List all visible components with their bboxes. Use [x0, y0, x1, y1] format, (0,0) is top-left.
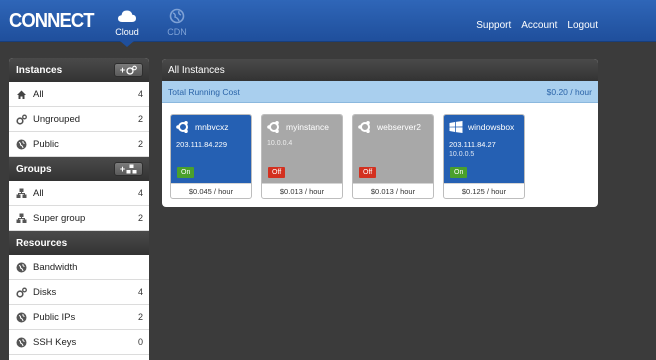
instance-name: mnbvcxz — [195, 122, 229, 132]
globe-icon — [16, 337, 27, 348]
plus-icon: + — [119, 65, 126, 75]
resources-section-title: Resources — [16, 237, 68, 249]
sidebar-item-label: Public IPs — [33, 311, 76, 323]
sidebar-item-label: Bandwidth — [33, 261, 78, 273]
groups-section-header: Groups + — [9, 157, 149, 181]
instance-private-ip: 10.0.0.5 — [449, 151, 475, 158]
sidebar-item-ungrouped[interactable]: Ungrouped 2 — [9, 107, 149, 132]
account-link[interactable]: Account — [521, 20, 557, 31]
instance-card-body: mnbvcxz 203.111.84.229 On — [171, 115, 251, 183]
sidebar-item-count: 4 — [137, 89, 143, 99]
logout-link[interactable]: Logout — [567, 20, 598, 31]
home-icon — [16, 89, 27, 100]
sidebar-item-count: 2 — [137, 114, 143, 124]
panel-header: All Instances — [162, 59, 598, 81]
tab-cloud[interactable]: Cloud — [100, 0, 154, 42]
windows-icon — [449, 121, 463, 133]
sidebar-item-ssh-keys[interactable]: SSH Keys 0 — [9, 330, 149, 355]
gears-icon — [16, 114, 27, 125]
group-icon — [16, 188, 27, 199]
running-cost-label: Total Running Cost — [168, 86, 240, 97]
ubuntu-icon — [358, 121, 372, 133]
sidebar-item-super-group[interactable]: Super group 2 — [9, 206, 149, 231]
resources-section-header: Resources — [9, 231, 149, 255]
instance-card[interactable]: windowsbox 203.111.84.27 10.0.0.5 On $0.… — [443, 114, 525, 199]
sidebar-item-count: 4 — [137, 287, 143, 297]
instance-card-body: webserver2 Off — [353, 115, 433, 183]
running-cost-value: $0.20 / hour — [546, 86, 592, 97]
sidebar-item-instances-all[interactable]: All 4 — [9, 82, 149, 107]
status-badge: On — [450, 167, 468, 178]
panel-title: All Instances — [168, 64, 225, 76]
sidebar-item-count: 0 — [137, 337, 143, 347]
tab-cdn-label: CDN — [167, 27, 187, 37]
sidebar-item-label: SSH Keys — [33, 336, 77, 348]
plus-icon: + — [119, 164, 126, 174]
instance-card[interactable]: webserver2 Off $0.013 / hour — [352, 114, 434, 199]
instance-price: $0.125 / hour — [444, 183, 524, 198]
sidebar-item-label: Ungrouped — [33, 113, 81, 125]
status-badge: Off — [359, 167, 377, 178]
globe-icon — [16, 312, 27, 323]
sidebar-item-public[interactable]: Public 2 — [9, 132, 149, 157]
cloud-icon — [118, 10, 136, 22]
instance-price: $0.013 / hour — [353, 183, 433, 198]
instance-price: $0.045 / hour — [171, 183, 251, 198]
sidebar-item-label: All — [33, 88, 44, 100]
sidebar-item-count: 2 — [137, 213, 143, 223]
sidebar-item-disks[interactable]: Disks 4 — [9, 280, 149, 305]
instance-card-body: windowsbox 203.111.84.27 10.0.0.5 On — [444, 115, 524, 183]
sidebar-item-count: 4 — [137, 188, 143, 198]
status-badge: On — [177, 167, 195, 178]
top-bar: CONNECT Cloud CDN Support Account Logout — [0, 0, 656, 42]
support-link[interactable]: Support — [476, 20, 511, 31]
globe-icon — [16, 139, 27, 150]
sidebar-item-count: 2 — [137, 139, 143, 149]
top-links: Support Account Logout — [476, 20, 598, 31]
sidebar-item-label: Disks — [33, 286, 57, 298]
instance-name: myinstance — [286, 122, 329, 132]
instance-card-body: myinstance 10.0.0.4 Off — [262, 115, 342, 183]
status-badge: Off — [268, 167, 286, 178]
add-group-button[interactable]: + — [114, 162, 143, 176]
instances-section-title: Instances — [16, 64, 63, 76]
instances-section-header: Instances + — [9, 58, 149, 82]
instance-card[interactable]: mnbvcxz 203.111.84.229 On $0.045 / hour — [170, 114, 252, 199]
add-instance-button[interactable]: + — [114, 63, 143, 77]
tab-cloud-label: Cloud — [115, 27, 139, 37]
instance-public-ip: 203.111.84.27 — [449, 140, 496, 149]
sidebar-item-count: 2 — [137, 312, 143, 322]
instance-name: windowsbox — [468, 122, 515, 132]
active-tab-indicator — [120, 41, 134, 47]
sidebar-item-groups-all[interactable]: All 4 — [9, 181, 149, 206]
sidebar-item-label: Super group — [33, 212, 86, 224]
sidebar-item-bandwidth[interactable]: Bandwidth — [9, 255, 149, 280]
running-cost-bar: Total Running Cost $0.20 / hour — [162, 81, 598, 103]
groups-section-title: Groups — [16, 163, 52, 175]
gears-icon — [126, 65, 137, 75]
instance-name: webserver2 — [377, 122, 421, 132]
instances-panel: All Instances Total Running Cost $0.20 /… — [162, 59, 598, 207]
instance-public-ip: 203.111.84.229 — [176, 140, 228, 149]
sidebar-item-public-ips[interactable]: Public IPs 2 — [9, 305, 149, 330]
gears-icon — [16, 287, 27, 298]
sidebar-item-label: Public — [33, 138, 59, 150]
globe-icon — [16, 262, 27, 273]
sidebar-item-label: All — [33, 187, 44, 199]
tab-cdn[interactable]: CDN — [150, 0, 204, 42]
globe-icon — [169, 8, 185, 24]
group-icon — [126, 164, 137, 174]
instance-price: $0.013 / hour — [262, 183, 342, 198]
instance-private-ip: 10.0.0.4 — [267, 140, 293, 147]
group-icon — [16, 213, 27, 224]
ubuntu-icon — [267, 121, 281, 133]
sidebar: Instances + All 4 Ungrouped 2 Public 2 G… — [9, 58, 149, 360]
instance-card[interactable]: myinstance 10.0.0.4 Off $0.013 / hour — [261, 114, 343, 199]
app-logo[interactable]: CONNECT — [9, 10, 94, 33]
ubuntu-icon — [176, 121, 190, 133]
